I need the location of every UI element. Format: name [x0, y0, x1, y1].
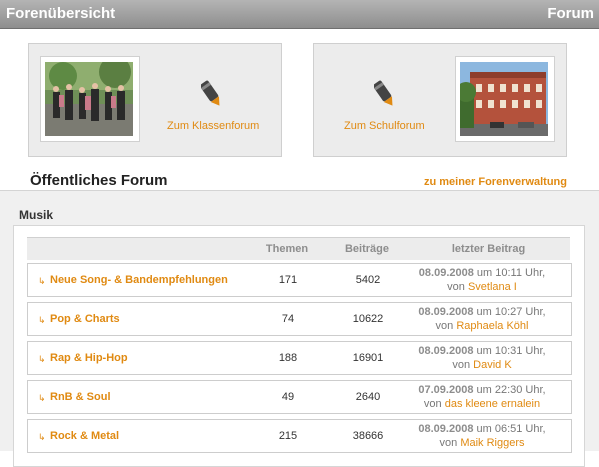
- col-topics: Themen: [265, 243, 309, 255]
- last-post-author: von das kleene ernalein: [423, 398, 541, 410]
- table-row: ↳ Rock & Metal 215 38666 08.09.2008 um 0…: [27, 419, 572, 453]
- user-link[interactable]: David K: [473, 359, 512, 371]
- forum-link[interactable]: Rap & Hip-Hop: [50, 352, 128, 364]
- class-forum-box[interactable]: Zum Klassenforum: [28, 43, 282, 157]
- arrow-bullet-icon: ↳: [38, 393, 46, 403]
- arrow-bullet-icon: ↳: [38, 276, 46, 286]
- forum-link[interactable]: RnB & Soul: [50, 391, 111, 403]
- pencil-icon: [200, 80, 223, 115]
- pencil-icon: [373, 80, 396, 115]
- arrow-bullet-icon: ↳: [38, 354, 46, 364]
- table-row: ↳ Neue Song- & Bandempfehlungen 171 5402…: [27, 263, 572, 297]
- table-row: ↳ RnB & Soul 49 2640 07.09.2008 um 22:30…: [27, 380, 572, 414]
- forum-link[interactable]: Neue Song- & Bandempfehlungen: [50, 274, 228, 286]
- last-post-date: 08.09.2008 um 06:51 Uhr,: [418, 423, 546, 435]
- table-header: Themen Beiträge letzter Beitrag: [27, 237, 570, 260]
- page-title: Forenübersicht: [6, 5, 116, 22]
- col-posts: Beiträge: [344, 243, 390, 255]
- table-row: ↳ Rap & Hip-Hop 188 16901 08.09.2008 um …: [27, 341, 572, 375]
- forum-table: Themen Beiträge letzter Beitrag ↳ Neue S…: [13, 225, 585, 467]
- topics-count: 49: [281, 391, 295, 403]
- last-post-date: 08.09.2008 um 10:31 Uhr,: [418, 345, 546, 357]
- last-post-date: 08.09.2008 um 10:11 Uhr,: [418, 267, 546, 279]
- school-forum-box[interactable]: Zum Schulforum: [313, 43, 567, 157]
- user-link[interactable]: Maik Riggers: [460, 437, 524, 449]
- table-row: ↳ Pop & Charts 74 10622 08.09.2008 um 10…: [27, 302, 572, 336]
- last-post-author: von Maik Riggers: [439, 437, 525, 449]
- school-photo[interactable]: [455, 56, 555, 142]
- forum-management-link[interactable]: zu meiner Forenverwaltung: [424, 176, 567, 188]
- music-section: Musik Themen Beiträge letzter Beitrag ↳ …: [0, 190, 599, 467]
- topics-count: 171: [278, 274, 298, 286]
- topics-count: 188: [278, 352, 298, 364]
- school-forum-link[interactable]: Zum Schulforum: [344, 120, 425, 132]
- forum-link[interactable]: Rock & Metal: [50, 430, 119, 442]
- class-forum-link[interactable]: Zum Klassenforum: [167, 120, 259, 132]
- class-photo[interactable]: [40, 56, 140, 142]
- forum-shortcuts: Zum Klassenforum Zum Schulforum: [0, 29, 599, 190]
- arrow-bullet-icon: ↳: [38, 432, 46, 442]
- last-post-author: von David K: [452, 359, 512, 371]
- last-post-author: von Svetlana I: [447, 281, 517, 293]
- arrow-bullet-icon: ↳: [38, 315, 46, 325]
- public-forum-heading: Öffentliches Forum: [30, 172, 168, 189]
- last-post-date: 08.09.2008 um 10:27 Uhr,: [418, 306, 546, 318]
- last-post-date: 07.09.2008 um 22:30 Uhr,: [418, 384, 546, 396]
- category-title: Musik: [19, 208, 54, 222]
- user-link[interactable]: Raphaela Köhl: [456, 320, 528, 332]
- user-link[interactable]: das kleene ernalein: [445, 398, 540, 410]
- user-link[interactable]: Svetlana I: [468, 281, 517, 293]
- forum-link[interactable]: Pop & Charts: [50, 313, 120, 325]
- topics-count: 215: [278, 430, 298, 442]
- col-last-post: letzter Beitrag: [451, 243, 526, 255]
- section-title-forum: Forum: [547, 5, 594, 22]
- topics-count: 74: [281, 313, 295, 325]
- title-bar: Forenübersicht Forum: [0, 0, 599, 29]
- last-post-author: von Raphaela Köhl: [435, 320, 529, 332]
